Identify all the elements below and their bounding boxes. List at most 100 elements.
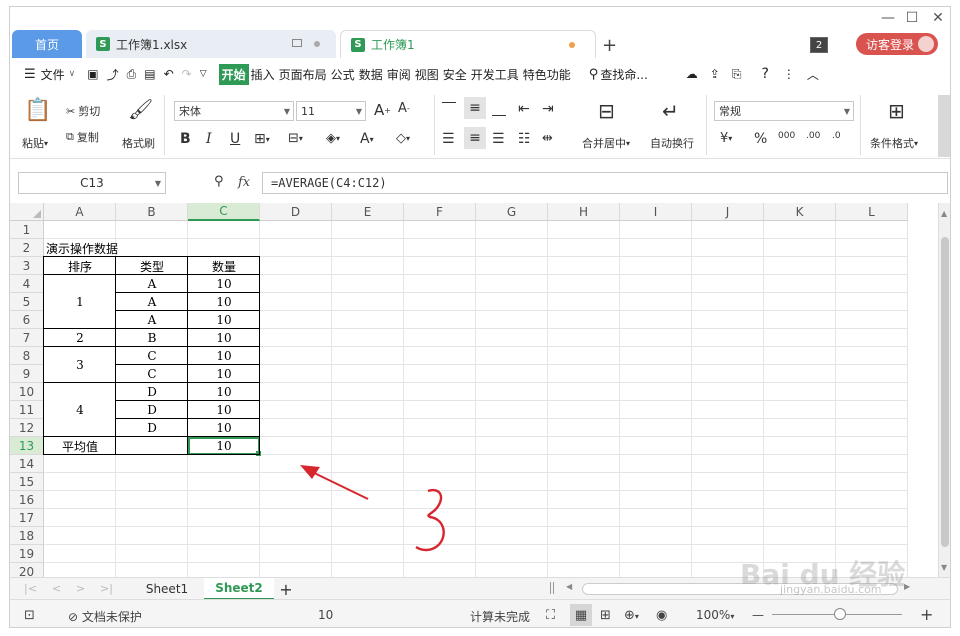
row-header-13[interactable]: 13 (10, 437, 44, 455)
menu-page-layout[interactable]: 页面布局 (277, 66, 329, 83)
undo-icon[interactable]: ↶ (164, 67, 174, 81)
currency-icon[interactable]: ¥ ▾ (720, 131, 732, 146)
search-command[interactable]: 查找命... (598, 66, 649, 83)
merge-center-button[interactable]: 合并居中 ▾ (582, 135, 630, 151)
collapse-ribbon-icon[interactable]: ︿ (807, 66, 819, 83)
cell-c4[interactable]: 10 (188, 275, 260, 293)
next-sheet-icon[interactable]: > (76, 582, 85, 595)
menu-data[interactable]: 数据 (357, 66, 385, 83)
decrease-decimal-icon[interactable]: .0 (832, 131, 841, 141)
row-header-17[interactable]: 17 (10, 509, 44, 527)
hamburger-icon[interactable]: ☰ (24, 67, 36, 82)
column-header-h[interactable]: H (548, 203, 620, 221)
prev-sheet-icon[interactable]: < (52, 582, 61, 595)
align-bottom-icon[interactable]: ⎽ (492, 101, 506, 117)
merge-center-icon[interactable]: ⊟ (598, 99, 615, 123)
menu-file[interactable]: 文件 (39, 66, 67, 83)
cell-b5[interactable]: A (116, 293, 188, 311)
borders-icon[interactable]: ⊞ ▾ (254, 131, 270, 147)
column-header-f[interactable]: F (404, 203, 476, 221)
vertical-scroll-thumb[interactable] (941, 237, 949, 547)
zoom-out-button[interactable]: — (752, 608, 764, 622)
cell-a10-merged[interactable]: 4 (44, 383, 116, 437)
row-header-1[interactable]: 1 (10, 221, 44, 239)
maximize-button[interactable]: ☐ (902, 9, 922, 27)
scroll-up-icon[interactable]: ▲ (941, 209, 947, 218)
sheet-tab-sheet2[interactable]: Sheet2 (204, 578, 274, 600)
menu-special[interactable]: 特色功能 (521, 66, 573, 83)
row-header-19[interactable]: 19 (10, 545, 44, 563)
print-icon[interactable]: ⎙ (127, 67, 137, 82)
italic-button[interactable]: I (206, 131, 212, 147)
align-top-icon[interactable]: ⎺ (442, 101, 456, 117)
scroll-left-icon[interactable]: ◀ (566, 582, 572, 591)
cell-b9[interactable]: C (116, 365, 188, 383)
cell-style-icon[interactable]: ⊟ ▾ (288, 131, 303, 146)
zoom-level[interactable]: 100%▾ (696, 608, 734, 622)
underline-button[interactable]: U (230, 131, 240, 147)
add-sheet-button[interactable]: + (276, 578, 296, 600)
export-icon[interactable]: ⤴ (107, 66, 119, 83)
column-header-k[interactable]: K (764, 203, 836, 221)
column-header-a[interactable]: A (44, 203, 116, 221)
wrap-text-icon[interactable]: ↵ (662, 99, 679, 123)
chevron-down-icon[interactable]: ∨ (69, 69, 76, 79)
cell-a8-merged[interactable]: 3 (44, 347, 116, 383)
row-header-14[interactable]: 14 (10, 455, 44, 473)
page-break-view-icon[interactable]: ⊞ (600, 608, 611, 623)
column-header-i[interactable]: I (620, 203, 692, 221)
cell-b8[interactable]: C (116, 347, 188, 365)
distribute-icon[interactable]: ⇹ (542, 131, 553, 146)
wrap-text-button[interactable]: 自动换行 (650, 135, 694, 151)
cell-c3-header[interactable]: 数量 (188, 257, 260, 275)
split-handle[interactable] (550, 582, 554, 594)
row-header-18[interactable]: 18 (10, 527, 44, 545)
column-header-g[interactable]: G (476, 203, 548, 221)
cell-c7[interactable]: 10 (188, 329, 260, 347)
font-size-select[interactable]: 11 ▼ (296, 101, 366, 121)
format-painter-icon[interactable]: 🖌 (128, 97, 153, 121)
search-icon[interactable]: ⚲ (589, 67, 599, 82)
menu-security[interactable]: 安全 (441, 66, 469, 83)
font-family-select[interactable]: 宋体 ▼ (174, 101, 294, 121)
cell-b7[interactable]: B (116, 329, 188, 347)
row-header-20[interactable]: 20 (10, 563, 44, 577)
thousands-separator-icon[interactable]: 000 (778, 131, 795, 141)
zoom-slider-thumb[interactable] (834, 608, 846, 620)
align-right-icon[interactable]: ☰ (492, 131, 505, 147)
column-header-j[interactable]: J (692, 203, 764, 221)
share-icon[interactable]: ⇪ (710, 67, 720, 81)
row-header-3[interactable]: 3 (10, 257, 44, 275)
new-tab-button[interactable]: + (602, 35, 617, 56)
name-box[interactable]: C13 ▼ (18, 172, 166, 194)
row-header-5[interactable]: 5 (10, 293, 44, 311)
save-icon[interactable]: ▣ (87, 67, 98, 81)
row-header-10[interactable]: 10 (10, 383, 44, 401)
row-header-16[interactable]: 16 (10, 491, 44, 509)
cell-b4[interactable]: A (116, 275, 188, 293)
cell-c11[interactable]: 10 (188, 401, 260, 419)
column-header-e[interactable]: E (332, 203, 404, 221)
cell-a2-title[interactable]: 演示操作数据 (44, 239, 194, 257)
tab-home[interactable]: 首页 (12, 30, 82, 58)
cell-b11[interactable]: D (116, 401, 188, 419)
select-all-corner[interactable] (10, 203, 44, 221)
cloud-icon[interactable]: ☁ (686, 67, 698, 81)
upload-icon[interactable]: ⎘ (732, 67, 742, 82)
cell-b12[interactable]: D (116, 419, 188, 437)
cell-a13-average-label[interactable]: 平均值 (44, 437, 116, 455)
conditional-format-icon[interactable]: ⊞ (888, 99, 905, 123)
normal-view-icon[interactable]: ▦ (570, 604, 592, 626)
protect-status[interactable]: ⊘ 文档未保护 (68, 608, 142, 625)
cell-c9[interactable]: 10 (188, 365, 260, 383)
row-header-11[interactable]: 11 (10, 401, 44, 419)
print-preview-icon[interactable]: ▤ (144, 67, 155, 81)
more-icon[interactable]: ⋮ (783, 67, 795, 81)
cell-b10[interactable]: D (116, 383, 188, 401)
fx-icon[interactable]: fx (238, 175, 250, 190)
close-button[interactable]: ✕ (928, 9, 948, 27)
row-header-2[interactable]: 2 (10, 239, 44, 257)
column-header-c[interactable]: C (188, 203, 260, 221)
last-sheet-icon[interactable]: >| (100, 582, 113, 595)
decrease-font-icon[interactable]: A- (398, 101, 410, 116)
